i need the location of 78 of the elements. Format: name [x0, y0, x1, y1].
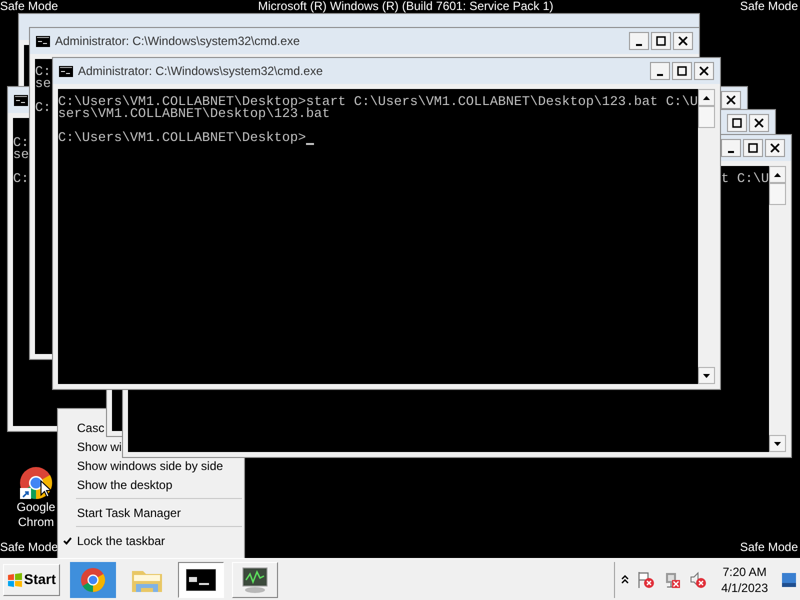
scroll-up-button[interactable]	[769, 166, 786, 183]
maximize-button[interactable]	[727, 114, 747, 132]
console-icon	[36, 36, 50, 46]
menu-item[interactable]: Casc	[77, 420, 104, 434]
minimize-button[interactable]	[629, 32, 649, 50]
close-icon	[726, 95, 736, 105]
console-icon	[186, 568, 216, 590]
shortcut-label: Google	[16, 500, 56, 515]
scrollbar[interactable]	[698, 89, 715, 384]
minimize-icon	[657, 74, 663, 76]
scrollbar[interactable]	[769, 166, 786, 452]
maximize-button[interactable]	[743, 139, 763, 157]
scroll-thumb[interactable]	[769, 183, 786, 205]
console-line: C:	[13, 174, 29, 186]
taskbar-app-button[interactable]	[178, 562, 224, 598]
down-arrow-icon	[774, 442, 781, 446]
start-button[interactable]: Start	[3, 564, 60, 596]
maximize-icon	[677, 66, 687, 76]
menu-item[interactable]: Start Task Manager	[77, 506, 181, 520]
close-button[interactable]	[749, 114, 769, 132]
window-title: Administrator: C:\Windows\system32\cmd.exe	[78, 63, 323, 80]
network-error-icon[interactable]	[663, 570, 682, 588]
speaker-error-icon[interactable]	[689, 570, 708, 588]
console-line: C:	[35, 67, 51, 79]
close-button[interactable]	[673, 32, 693, 50]
console-line: C:	[13, 138, 29, 150]
maximize-icon	[656, 36, 666, 46]
console-line: C:\Users\VM1.COLLABNET\Desktop>start C:\Users\VM1.COLLABNET\Desktop\123.bat C:\U	[58, 97, 698, 109]
scroll-down-button[interactable]	[698, 367, 715, 384]
safe-mode-label: Safe Mode	[740, 0, 798, 13]
mouse-pointer-icon	[40, 480, 52, 498]
menu-item[interactable]: Show windows side by side	[77, 458, 224, 472]
clock[interactable]: 7:20 AM 4/1/2023	[715, 564, 774, 596]
down-arrow-icon	[703, 374, 710, 378]
maximize-icon	[748, 143, 758, 153]
close-button[interactable]	[694, 62, 714, 80]
console-line: C:\Users\VM1.COLLABNET\Desktop>	[58, 133, 306, 145]
close-icon	[678, 36, 688, 46]
maximize-icon	[732, 118, 742, 128]
minimize-button[interactable]	[650, 62, 670, 80]
maximize-button[interactable]	[651, 32, 671, 50]
minimize-button[interactable]	[721, 139, 741, 157]
clock-time: 7:20 AM	[722, 564, 767, 580]
maximize-button[interactable]	[672, 62, 692, 80]
safe-mode-label: Safe Mode	[0, 0, 58, 13]
scroll-up-button[interactable]	[698, 89, 715, 106]
windows-logo-icon	[7, 572, 23, 588]
window-title: Administrator: C:\Windows\system32\cmd.exe	[55, 33, 300, 50]
close-icon	[770, 143, 780, 153]
menu-item[interactable]: Show wi	[77, 440, 122, 454]
scroll-thumb[interactable]	[698, 106, 715, 128]
console-line: se	[13, 150, 29, 162]
close-icon	[699, 66, 709, 76]
console-icon	[59, 66, 73, 76]
console-icon	[14, 94, 28, 106]
close-button[interactable]	[721, 91, 741, 109]
browser-icon	[80, 566, 106, 592]
clock-date: 4/1/2023	[721, 580, 768, 596]
console-line: C:	[35, 103, 51, 115]
shortcut-label: Chrom	[18, 515, 54, 530]
up-arrow-icon	[703, 96, 710, 100]
safe-mode-label: Safe Mode	[0, 541, 58, 554]
console-line: sers\VM1.COLLABNET\Desktop\123.bat	[58, 109, 330, 121]
close-icon	[754, 118, 764, 128]
safe-mode-label: Safe Mode	[740, 541, 798, 554]
build-label: Microsoft (R) Windows (R) (Build 7601: Service Pack 1)	[258, 0, 554, 13]
close-button[interactable]	[765, 139, 785, 157]
flag-error-icon[interactable]	[637, 570, 656, 588]
show-desktop-icon[interactable]	[782, 572, 796, 586]
show-hidden-icons-icon[interactable]	[621, 574, 630, 584]
console-line: t C:\U	[721, 174, 769, 186]
menu-item[interactable]: Show the desktop	[77, 478, 172, 492]
minimize-icon	[636, 44, 642, 46]
scroll-down-button[interactable]	[769, 435, 786, 452]
menu-item[interactable]: Lock the taskbar	[77, 534, 166, 548]
console-line: se	[35, 79, 51, 91]
minimize-icon	[728, 151, 734, 153]
up-arrow-icon	[774, 172, 781, 176]
